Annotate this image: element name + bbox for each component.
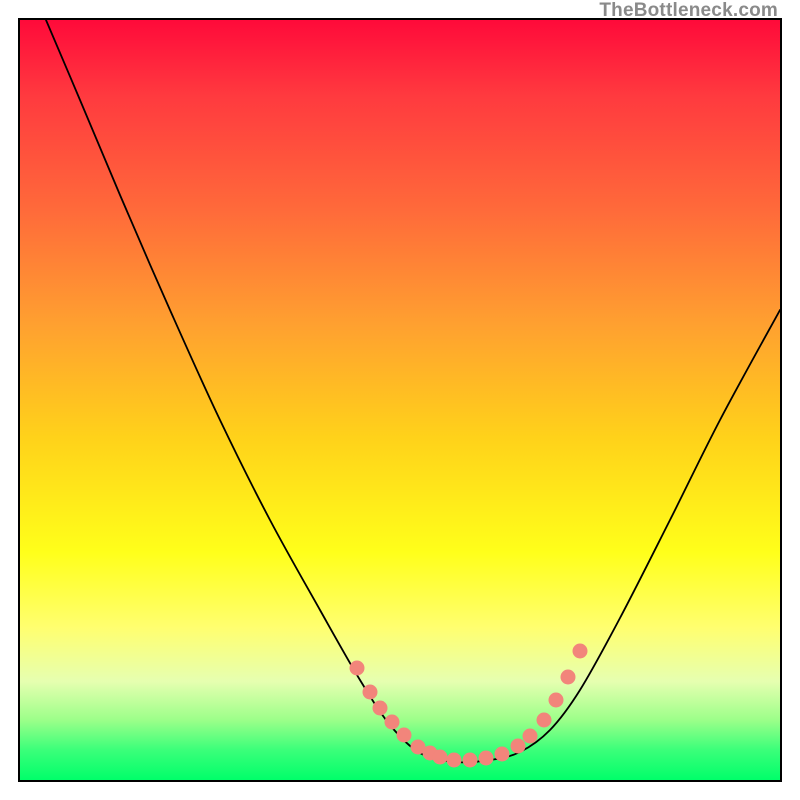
highlight-dot: [363, 685, 378, 700]
highlight-dot: [479, 751, 494, 766]
highlight-dot: [511, 739, 526, 754]
highlight-dot: [463, 753, 478, 768]
chart-dots-layer: [20, 20, 780, 780]
highlight-dot: [433, 750, 448, 765]
highlight-dot: [397, 728, 412, 743]
chart-frame: [18, 18, 782, 782]
highlight-dot: [573, 644, 588, 659]
highlight-dot: [549, 693, 564, 708]
highlight-dot: [447, 753, 462, 768]
highlight-dot: [537, 713, 552, 728]
highlight-dot: [385, 715, 400, 730]
highlight-dot: [561, 670, 576, 685]
highlight-dots-group: [350, 644, 588, 768]
highlight-dot: [350, 661, 365, 676]
highlight-dot: [495, 747, 510, 762]
highlight-dot: [373, 701, 388, 716]
highlight-dot: [523, 729, 538, 744]
